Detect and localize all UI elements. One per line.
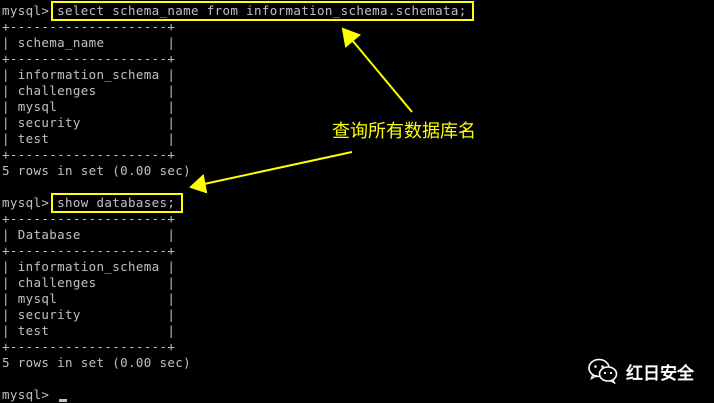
arrow-to-query [351, 39, 413, 113]
watermark-text: 红日安全 [626, 363, 694, 384]
wechat-icon [588, 358, 618, 384]
annotation-label: 查询所有数据库名 [332, 121, 476, 142]
watermark: 红日安全 [588, 356, 694, 386]
arrow-head-query [341, 27, 361, 48]
arrow-to-show-databases [203, 151, 353, 185]
annotation-arrows [189, 27, 413, 194]
arrow-head-show-databases [189, 174, 208, 194]
